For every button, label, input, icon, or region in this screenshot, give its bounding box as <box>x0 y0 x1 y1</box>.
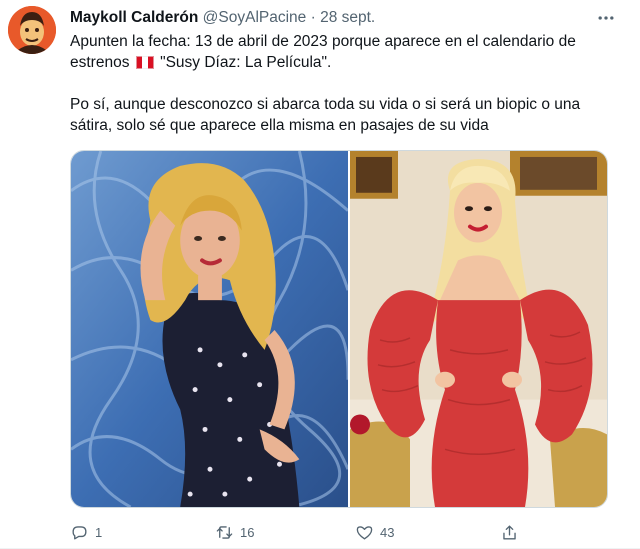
tweet-actions: 1 16 43 <box>60 517 530 547</box>
avatar[interactable] <box>8 6 56 54</box>
avatar-illustration-icon <box>8 6 56 54</box>
retweet-count: 16 <box>240 524 255 540</box>
reply-icon <box>72 525 87 540</box>
photo-blonde-woman-red-dress-icon <box>350 151 607 507</box>
tweet-paragraph-1: Apunten la fecha: 13 de abril de 2023 po… <box>70 31 615 73</box>
author-handle[interactable]: @SoyAlPacine <box>203 9 307 26</box>
reply-button[interactable]: 1 <box>60 517 205 547</box>
tweet-timestamp[interactable]: 28 sept. <box>320 9 375 26</box>
media-photo-1[interactable] <box>71 151 350 507</box>
peru-flag-icon <box>135 56 154 69</box>
more-dots-icon <box>598 16 614 20</box>
tweet-card[interactable]: Maykoll Calderón @SoyAlPacine · 28 sept.… <box>0 0 640 549</box>
tweet-paragraph-2: Po sí, aunque desconozco si abarca toda … <box>70 96 581 134</box>
reply-count: 1 <box>95 524 103 540</box>
like-button[interactable]: 43 <box>345 517 490 547</box>
more-options-button[interactable] <box>594 8 618 28</box>
like-count: 43 <box>380 524 395 540</box>
share-button[interactable] <box>490 517 530 547</box>
retweet-icon <box>216 525 233 539</box>
author-name[interactable]: Maykoll Calderón <box>70 9 198 26</box>
media-photo-2[interactable] <box>350 151 607 507</box>
separator-dot: · <box>310 9 316 26</box>
share-icon <box>503 524 516 540</box>
photo-young-blonde-woman-icon <box>71 151 348 507</box>
retweet-button[interactable]: 16 <box>205 517 345 547</box>
tweet-text-part-2: "Susy Díaz: La Película". <box>160 54 332 71</box>
tweet-text: Apunten la fecha: 13 de abril de 2023 po… <box>70 31 615 136</box>
heart-icon <box>356 525 373 540</box>
tweet-media <box>70 150 608 508</box>
tweet-header: Maykoll Calderón @SoyAlPacine · 28 sept. <box>70 8 592 28</box>
